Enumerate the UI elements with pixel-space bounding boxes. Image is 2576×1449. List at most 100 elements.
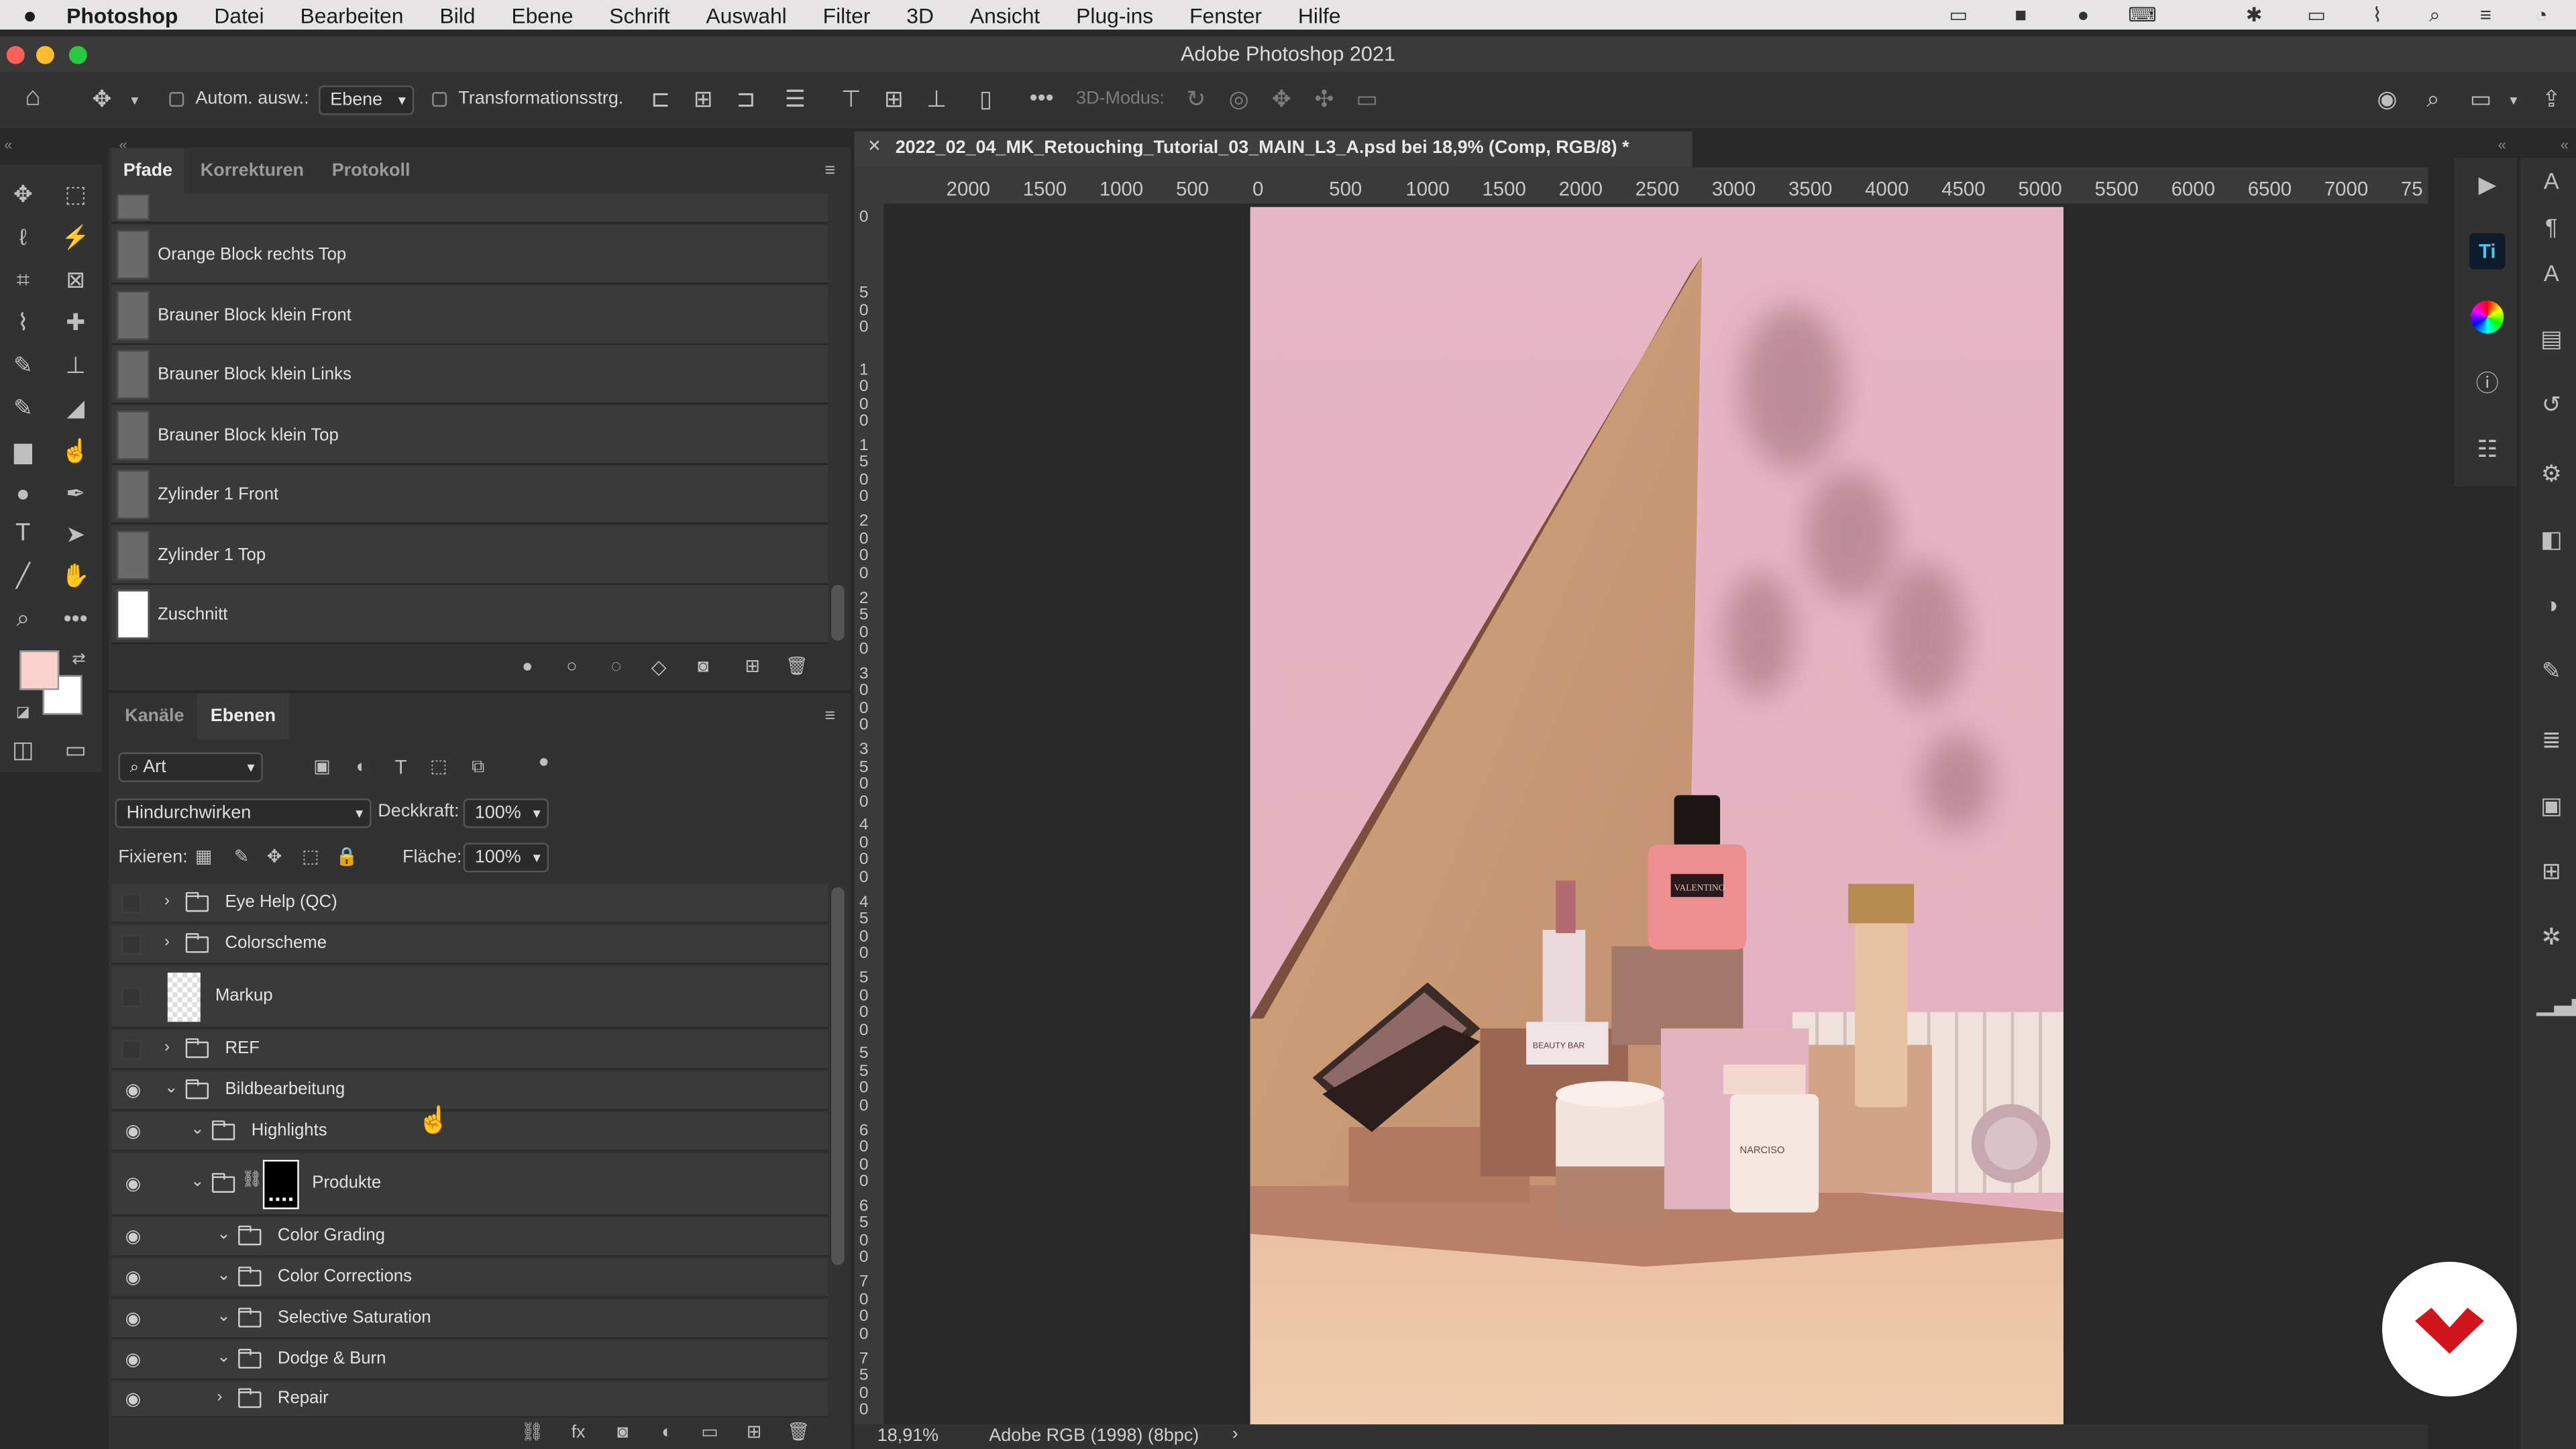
hand-tool-icon[interactable]: ✋ [61,562,91,588]
clock-icon[interactable]: ◔ [2527,3,2557,26]
magic-wand-icon[interactable]: ⚡ [61,223,91,250]
auto-select-checkbox[interactable] [169,92,184,107]
layer-row[interactable]: ◉ ⌄ Color Grading [111,1217,828,1257]
chevron-down-icon[interactable]: ⌄ [191,1120,205,1138]
layer-row[interactable]: › REF [111,1030,828,1070]
panel-menu-icon[interactable]: ≡ [824,161,835,180]
more-options-icon[interactable]: ••• [1025,84,1058,110]
control-center-icon[interactable]: ≡ [2471,3,2500,26]
layer-comps-icon[interactable]: ▣ [2536,792,2566,818]
actions-play-icon[interactable]: ▶ [2473,171,2502,197]
swap-colors-icon[interactable]: ⇄ [69,647,89,674]
foreground-color-swatch[interactable] [19,650,60,690]
path-item[interactable]: Brauner Block klein Front [111,286,828,345]
visibility-toggle[interactable] [121,934,142,955]
spotlight-search-icon[interactable]: ⌕ [2422,3,2448,26]
status-icon[interactable]: ● [2070,3,2096,26]
path-item[interactable] [111,193,828,224]
adjustments-icon[interactable]: ⚙ [2536,460,2566,486]
filter-pixel-icon[interactable]: ▣ [311,754,333,780]
menu-bearbeiten[interactable]: Bearbeiten [300,3,403,28]
dodge-tool-icon[interactable]: ● [8,480,38,506]
layer-row[interactable]: ◉ ⌄ ⛓ Produkte [111,1153,828,1216]
filter-type-icon[interactable]: T [389,754,412,780]
tab-adjustments[interactable]: Korrekturen [201,148,315,194]
fill-path-icon[interactable]: ● [516,654,539,680]
3d-slide-icon[interactable]: ✣ [1311,85,1337,111]
move-tool-icon[interactable]: ✥ [8,180,38,207]
opacity-field[interactable]: 100% ▾ [463,798,549,828]
layer-row[interactable]: ◉ ⌄ Dodge & Burn [111,1340,828,1381]
filter-toggle-icon[interactable]: ● [532,749,555,775]
chevron-down-icon[interactable]: ⌄ [217,1349,231,1367]
stroke-path-icon[interactable]: ○ [560,654,583,680]
display-icon[interactable]: ▭ [1942,3,1975,26]
menu-app-photoshop[interactable]: Photoshop [66,3,178,28]
window-close-button[interactable] [6,46,25,64]
menu-fenster[interactable]: Fenster [1189,3,1262,28]
tab-layers[interactable]: Ebenen [197,693,290,740]
chevron-down-icon[interactable]: ⌄ [217,1267,231,1285]
zoom-level[interactable]: 18,91% [877,1426,938,1446]
keyboard-icon[interactable]: ⌨ [2126,3,2159,26]
tab-history[interactable]: Protokoll [332,148,431,194]
tab-paths[interactable]: Pfade [111,148,184,194]
share-icon[interactable]: ⇪ [2536,85,2566,111]
move-tool-icon[interactable]: ✥ [85,85,118,111]
lasso-tool-icon[interactable]: ℓ [8,223,38,250]
crop-tool-icon[interactable]: ⌗ [8,266,38,292]
align-top-icon[interactable]: ⊤ [838,85,864,111]
align-bottom-icon[interactable]: ⊥ [923,85,949,111]
load-selection-icon[interactable]: ◌ [604,654,627,680]
distribute-vertical-icon[interactable]: ▯ [973,85,999,111]
close-icon[interactable]: ✕ [867,138,881,156]
3d-pan-icon[interactable]: ✥ [1269,85,1295,111]
adjustment-layer-icon[interactable]: ◐ [654,1419,680,1446]
color-wheel-icon[interactable] [2471,301,2504,334]
link-layers-icon[interactable]: ⛓ [519,1419,545,1446]
screen-mode-icon[interactable]: ▭ [61,736,91,762]
history-icon[interactable]: ↺ [2536,391,2566,417]
blend-mode-dropdown[interactable]: Hindurchwirken ▾ [115,798,372,828]
3d-rotate-icon[interactable]: ↻ [1183,85,1209,111]
healing-brush-icon[interactable]: ✚ [61,309,91,335]
chevron-right-icon[interactable]: › [1232,1424,1238,1444]
eraser-icon[interactable]: ◢ [61,394,91,421]
chevron-down-icon[interactable]: ⌄ [217,1226,231,1244]
bluetooth-icon[interactable]: ✱ [2241,3,2267,26]
battery-icon[interactable]: ▭ [2294,3,2340,26]
character-icon[interactable]: A [2536,168,2566,194]
filter-shape-icon[interactable]: ⬚ [427,754,450,780]
eye-icon[interactable]: ◉ [121,1388,144,1409]
eye-icon[interactable]: ◉ [121,1307,144,1329]
chevron-down-icon[interactable]: ⌄ [217,1307,231,1326]
canvas-image[interactable]: BEAUTY BAR VALENTINO NARCISO [1250,207,2063,1426]
path-item[interactable]: Brauner Block klein Top [111,405,828,466]
menu-3d[interactable]: 3D [906,3,934,28]
layer-mask-thumbnail[interactable] [262,1159,299,1210]
delete-layer-icon[interactable]: 🗑 [786,1419,812,1446]
apple-icon[interactable]: ● [23,1,37,28]
path-item[interactable]: Orange Block rechts Top [111,225,828,284]
more-tools-icon[interactable]: ••• [61,604,91,631]
table-icon[interactable]: ⊞ [2536,857,2566,883]
glyphs-icon[interactable]: A [2536,260,2566,286]
delete-path-icon[interactable]: 🗑 [786,654,808,680]
auto-select-dropdown[interactable]: Ebene ▾ [319,85,415,115]
chevron-right-icon[interactable]: › [164,892,170,910]
info-icon[interactable]: ⓘ [2473,370,2502,396]
layer-row[interactable]: Markup [111,966,828,1029]
3d-roll-icon[interactable]: ◎ [1226,85,1252,111]
layer-row[interactable]: ◉ › Repair [111,1381,828,1418]
collapse-panels-icon[interactable]: « [2494,131,2510,158]
lock-image-icon[interactable]: ✎ [230,845,253,871]
filter-smart-object-icon[interactable]: ⧉ [467,754,490,780]
home-icon[interactable]: ⌂ [16,85,49,111]
transform-controls-checkbox[interactable] [432,92,447,107]
search-icon[interactable]: ⌕ [2418,85,2448,111]
lock-position-icon[interactable]: ✥ [263,845,286,871]
screen-record-icon[interactable]: ■ [2004,3,2037,26]
layer-filter-dropdown[interactable]: ⌕ Art ▾ [118,752,263,782]
path-item[interactable]: Zylinder 1 Front [111,465,828,525]
share-user-icon[interactable]: ◉ [2372,85,2402,111]
